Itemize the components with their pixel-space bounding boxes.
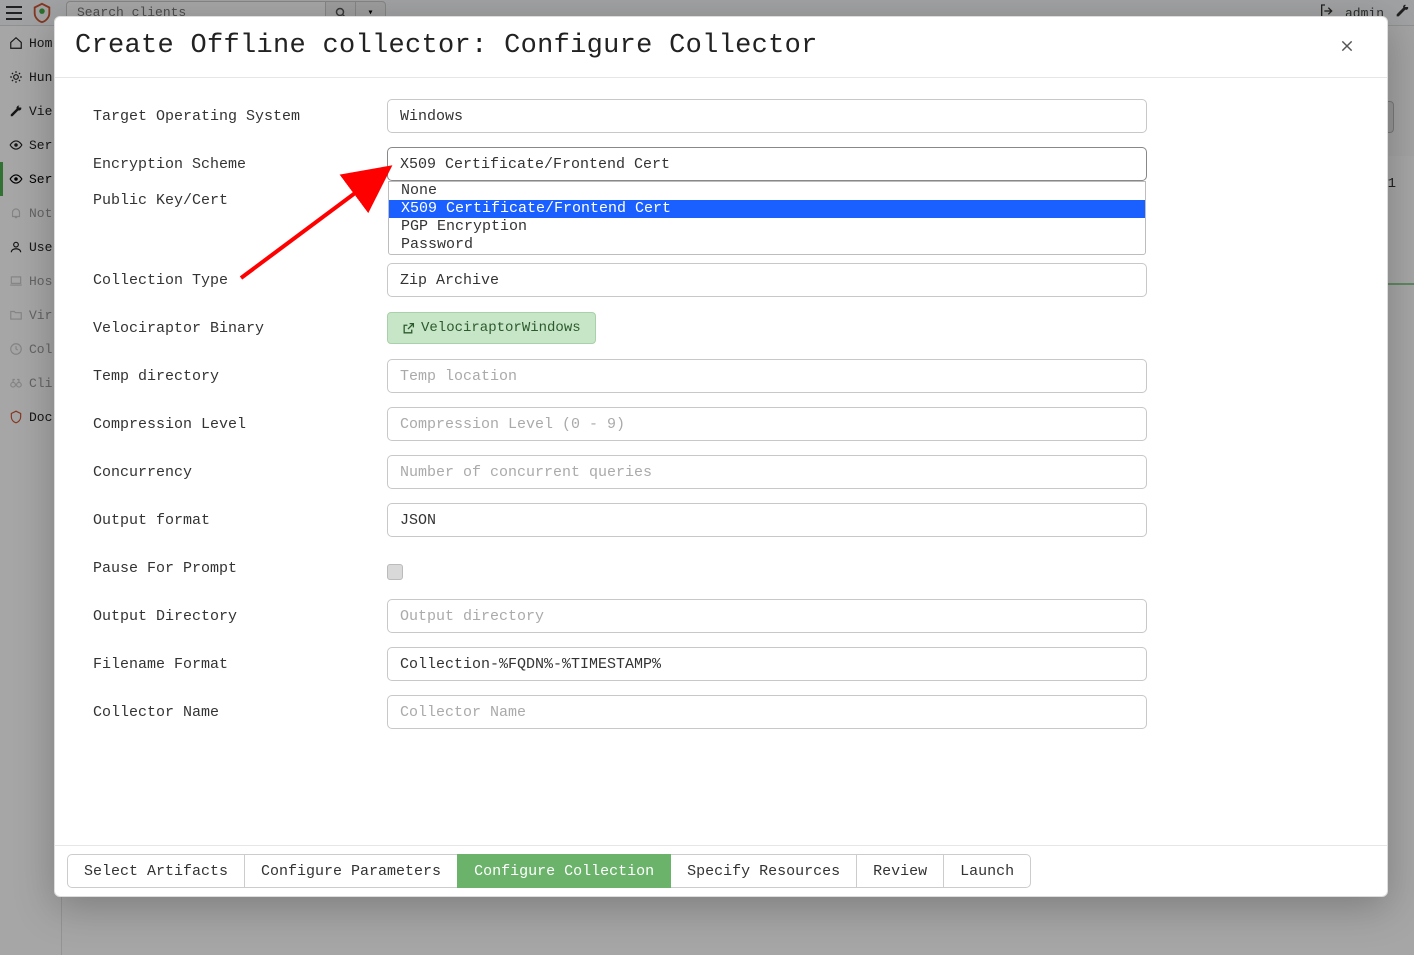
step-review[interactable]: Review bbox=[856, 854, 944, 888]
step-launch[interactable]: Launch bbox=[943, 854, 1031, 888]
step-specify-resources[interactable]: Specify Resources bbox=[670, 854, 857, 888]
label-collector-name: Collector Name bbox=[93, 704, 387, 721]
step-select-artifacts[interactable]: Select Artifacts bbox=[67, 854, 245, 888]
close-icon[interactable] bbox=[1333, 32, 1361, 60]
label-output-format: Output format bbox=[93, 512, 387, 529]
checkbox-pause[interactable] bbox=[387, 564, 403, 580]
label-filename-fmt: Filename Format bbox=[93, 656, 387, 673]
input-collector-name[interactable]: Collector Name bbox=[387, 695, 1147, 729]
label-encryption: Encryption Scheme bbox=[93, 156, 387, 173]
encryption-option-0[interactable]: None bbox=[389, 182, 1145, 200]
step-configure-collection[interactable]: Configure Collection bbox=[457, 854, 671, 888]
label-pause: Pause For Prompt bbox=[93, 560, 387, 577]
binary-chip[interactable]: VelociraptorWindows bbox=[387, 312, 596, 344]
label-output-dir: Output Directory bbox=[93, 608, 387, 625]
select-encryption[interactable]: X509 Certificate/Frontend Cert NoneX509 … bbox=[387, 147, 1147, 181]
encryption-dropdown: NoneX509 Certificate/Frontend CertPGP En… bbox=[388, 181, 1146, 255]
modal-footer: Select ArtifactsConfigure ParametersConf… bbox=[55, 845, 1387, 896]
row-binary: Velociraptor Binary VelociraptorWindows bbox=[93, 304, 1351, 352]
encryption-option-1[interactable]: X509 Certificate/Frontend Cert bbox=[389, 200, 1145, 218]
select-output-format[interactable]: JSON bbox=[387, 503, 1147, 537]
input-temp-dir[interactable]: Temp location bbox=[387, 359, 1147, 393]
row-encryption: Encryption Scheme X509 Certificate/Front… bbox=[93, 140, 1351, 188]
input-compression[interactable]: Compression Level (0 - 9) bbox=[387, 407, 1147, 441]
input-filename-fmt[interactable]: Collection-%FQDN%-%TIMESTAMP% bbox=[387, 647, 1147, 681]
row-compression: Compression Level Compression Level (0 -… bbox=[93, 400, 1351, 448]
select-encryption-value: X509 Certificate/Frontend Cert bbox=[400, 156, 670, 173]
modal-body: Target Operating System Windows Encrypti… bbox=[55, 78, 1387, 845]
encryption-option-3[interactable]: Password bbox=[389, 236, 1145, 254]
select-collection-type[interactable]: Zip Archive bbox=[387, 263, 1147, 297]
row-concurrency: Concurrency Number of concurrent queries bbox=[93, 448, 1351, 496]
step-configure-parameters[interactable]: Configure Parameters bbox=[244, 854, 458, 888]
input-concurrency[interactable]: Number of concurrent queries bbox=[387, 455, 1147, 489]
modal-title: Create Offline collector: Configure Coll… bbox=[75, 31, 818, 61]
label-temp-dir: Temp directory bbox=[93, 368, 387, 385]
encryption-option-2[interactable]: PGP Encryption bbox=[389, 218, 1145, 236]
label-collection-type: Collection Type bbox=[93, 272, 387, 289]
row-output-format: Output format JSON bbox=[93, 496, 1351, 544]
row-target-os: Target Operating System Windows bbox=[93, 92, 1351, 140]
row-collection-type: Collection Type Zip Archive bbox=[93, 256, 1351, 304]
row-output-dir: Output Directory Output directory bbox=[93, 592, 1351, 640]
external-link-icon bbox=[402, 322, 415, 335]
modal: Create Offline collector: Configure Coll… bbox=[54, 16, 1388, 897]
label-target-os: Target Operating System bbox=[93, 108, 387, 125]
label-concurrency: Concurrency bbox=[93, 464, 387, 481]
label-public-key: Public Key/Cert bbox=[93, 192, 387, 209]
row-filename-fmt: Filename Format Collection-%FQDN%-%TIMES… bbox=[93, 640, 1351, 688]
row-pause: Pause For Prompt bbox=[93, 544, 1351, 592]
modal-header: Create Offline collector: Configure Coll… bbox=[55, 17, 1387, 78]
input-output-dir[interactable]: Output directory bbox=[387, 599, 1147, 633]
select-target-os[interactable]: Windows bbox=[387, 99, 1147, 133]
label-compression: Compression Level bbox=[93, 416, 387, 433]
row-collector-name: Collector Name Collector Name bbox=[93, 688, 1351, 736]
row-temp-dir: Temp directory Temp location bbox=[93, 352, 1351, 400]
label-binary: Velociraptor Binary bbox=[93, 320, 387, 337]
binary-chip-label: VelociraptorWindows bbox=[421, 320, 581, 336]
